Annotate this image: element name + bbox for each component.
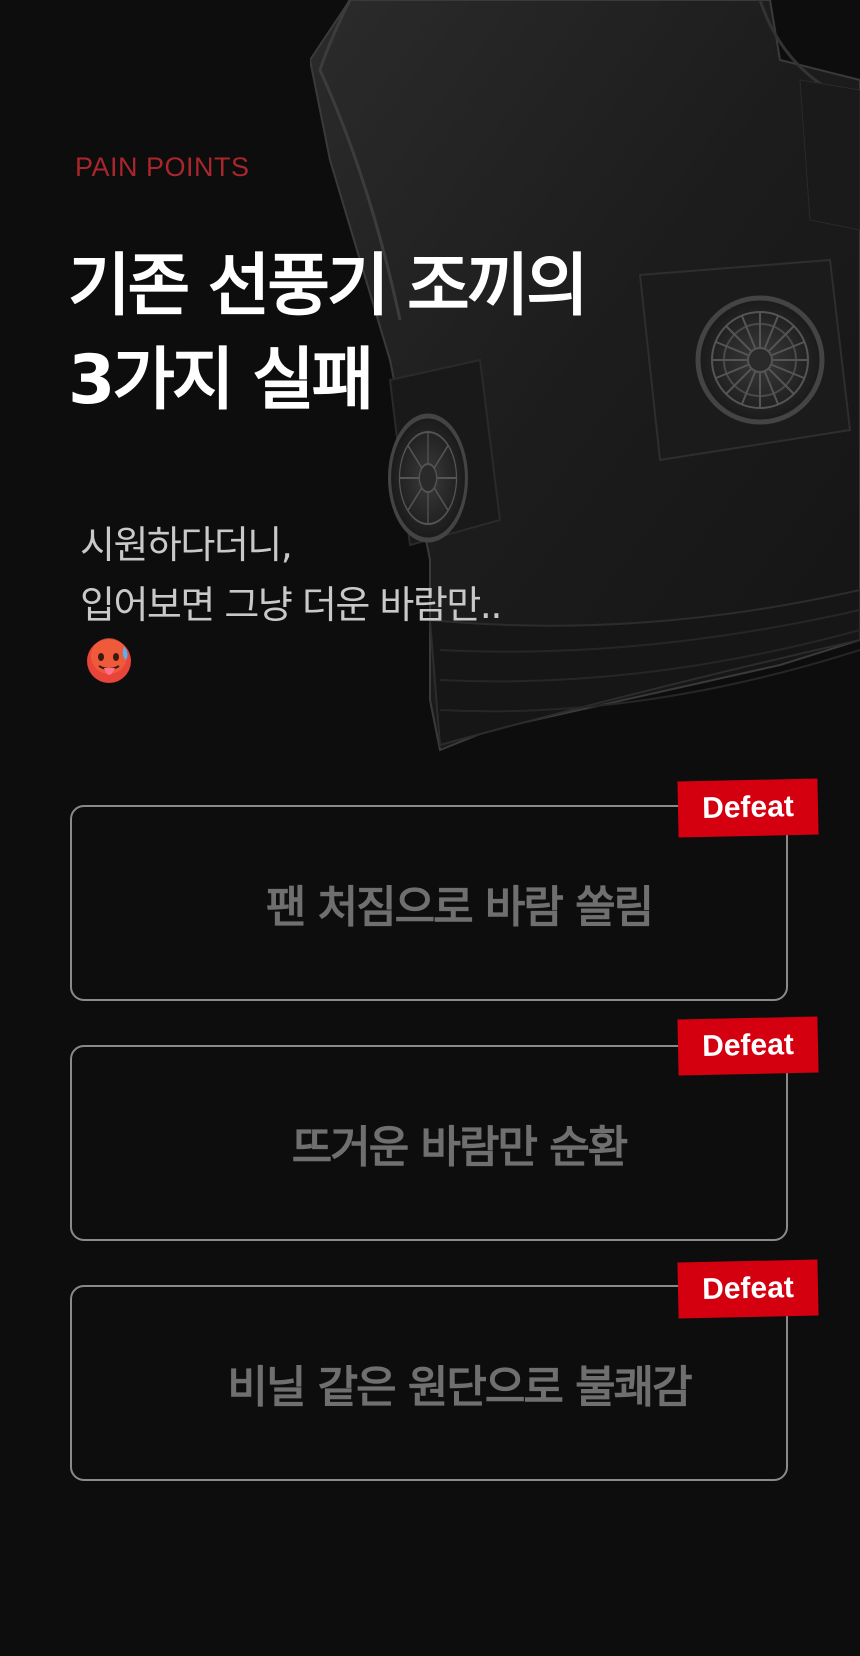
subcopy-line-2: 입어보면 그냥 더운 바람만.. (80, 583, 502, 627)
section-headline: 기존 선풍기 조끼의 3가지 실패 (68, 240, 589, 428)
defeat-badge: Defeat (677, 1259, 819, 1319)
defeat-badge: Defeat (677, 778, 819, 838)
subcopy-line-2-wrap: 입어보면 그냥 더운 바람만.. (80, 575, 502, 695)
hot-face-emoji-icon (87, 638, 131, 683)
section-eyebrow: PAIN POINTS (75, 152, 250, 182)
subcopy-line-1: 시원하다더니, (80, 523, 293, 567)
section-subcopy: 시원하다더니, 입어보면 그냥 더운 바람만.. (80, 515, 502, 695)
headline-line-2: 3가지 실패 (68, 341, 374, 420)
pain-point-text: 뜨거운 바람만 순환 (291, 1122, 628, 1173)
headline-line-1: 기존 선풍기 조끼의 (68, 247, 589, 326)
defeat-badge: Defeat (677, 1016, 819, 1076)
